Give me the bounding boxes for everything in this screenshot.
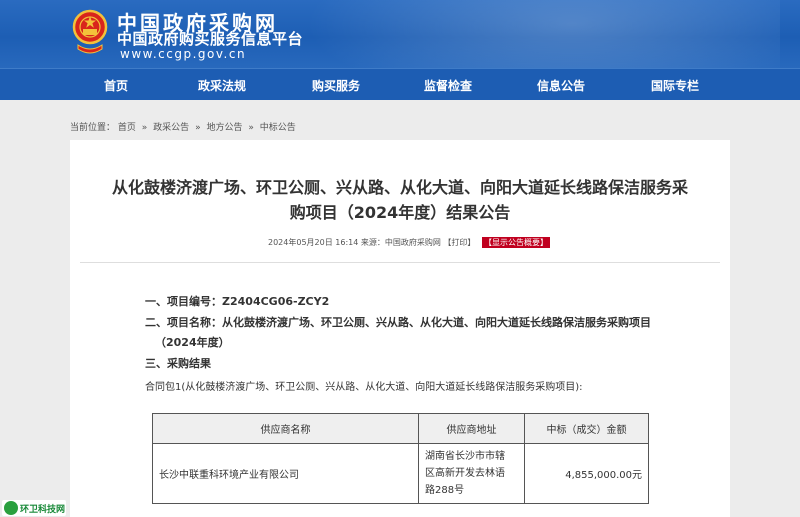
page-title: 从化鼓楼济渡广场、环卫公厕、兴从路、从化大道、向阳大道延长线路保洁服务采 购项目… bbox=[80, 175, 720, 225]
table-header-row: 供应商名称 供应商地址 中标（成交）金额 bbox=[152, 413, 649, 444]
project-number: Z2404CG06-ZCY2 bbox=[222, 295, 330, 308]
watermark: 环卫科技网 bbox=[2, 500, 66, 516]
breadcrumb-link-local[interactable]: 地方公告 bbox=[206, 123, 242, 133]
address-line: 湖南省长沙市市辖 bbox=[425, 451, 505, 462]
article-meta: 2024年05月20日 16:14 来源：中国政府采购网 【打印】 【显示公告概… bbox=[268, 237, 550, 248]
award-amount-cell: 4,855,000.00元 bbox=[524, 443, 649, 504]
project-number-row: 一、项目编号：Z2404CG06-ZCY2 bbox=[145, 293, 329, 309]
breadcrumb-separator: » bbox=[248, 123, 254, 133]
article-source: 来源：中国政府采购网 bbox=[360, 238, 441, 247]
nav-item-home[interactable]: 首页 bbox=[104, 77, 128, 94]
procurement-result-heading: 三、采购结果 bbox=[145, 357, 211, 370]
content-divider bbox=[80, 262, 720, 263]
header-supplier-name: 供应商名称 bbox=[152, 413, 419, 444]
table-row: 长沙中联重科环境产业有限公司 湖南省长沙市市辖 区高新开发去林语 路288号 4… bbox=[152, 443, 649, 504]
title-line-1: 从化鼓楼济渡广场、环卫公厕、兴从路、从化大道、向阳大道延长线路保洁服务采 bbox=[111, 178, 688, 197]
project-name-label: 二、项目名称： bbox=[145, 316, 222, 329]
main-nav: 首页 政采法规 购买服务 监督检查 信息公告 国际专栏 bbox=[0, 68, 800, 100]
publish-date: 2024年05月20日 16:14 bbox=[268, 238, 359, 247]
nav-item-regulations[interactable]: 政采法规 bbox=[198, 77, 246, 94]
print-link[interactable]: 【打印】 bbox=[443, 238, 475, 247]
supplier-name-cell: 长沙中联重科环境产业有限公司 bbox=[152, 443, 419, 504]
breadcrumb-separator: » bbox=[195, 123, 201, 133]
breadcrumb-separator: » bbox=[141, 123, 148, 133]
breadcrumb-link-home[interactable]: 首页 bbox=[118, 123, 136, 133]
nav-item-international[interactable]: 国际专栏 bbox=[651, 77, 699, 94]
breadcrumb-link-award[interactable]: 中标公告 bbox=[260, 123, 296, 133]
breadcrumb-link-announcements[interactable]: 政采公告 bbox=[153, 123, 189, 133]
nav-item-announcements[interactable]: 信息公告 bbox=[537, 77, 585, 94]
breadcrumb-prefix: 当前位置： bbox=[70, 123, 116, 133]
site-subtitle: 中国政府购买服务信息平台 bbox=[117, 30, 304, 48]
breadcrumb: 当前位置： 首页 » 政采公告 » 地方公告 » 中标公告 bbox=[70, 120, 296, 133]
national-emblem-icon bbox=[72, 9, 108, 54]
header-supplier-address: 供应商地址 bbox=[418, 413, 525, 444]
site-header: 中国政府采购网 中国政府购买服务信息平台 www.ccgp.gov.cn bbox=[0, 0, 800, 68]
watermark-text: 环卫科技网 bbox=[20, 504, 66, 515]
nav-item-supervision[interactable]: 监督检查 bbox=[424, 77, 472, 94]
show-summary-button[interactable]: 【显示公告概要】 bbox=[481, 237, 550, 248]
watermark-logo-icon bbox=[4, 501, 18, 515]
package-intro: 合同包1(从化鼓楼济渡广场、环卫公厕、兴从路、从化大道、向阳大道延长线路保洁服务… bbox=[145, 382, 583, 393]
project-name: 从化鼓楼济渡广场、环卫公厕、兴从路、从化大道、向阳大道延长线路保洁服务采购项目 bbox=[222, 316, 651, 329]
nav-item-purchase-services[interactable]: 购买服务 bbox=[312, 77, 360, 94]
project-name-row: 二、项目名称：从化鼓楼济渡广场、环卫公厕、兴从路、从化大道、向阳大道延长线路保洁… bbox=[145, 314, 651, 330]
site-url: www.ccgp.gov.cn bbox=[120, 47, 247, 61]
address-line: 区高新开发去林语 bbox=[425, 468, 505, 479]
result-table: 供应商名称 供应商地址 中标（成交）金额 长沙中联重科环境产业有限公司 湖南省长… bbox=[152, 413, 649, 504]
supplier-address-cell: 湖南省长沙市市辖 区高新开发去林语 路288号 bbox=[418, 443, 525, 504]
project-number-label: 一、项目编号： bbox=[145, 295, 222, 308]
header-glow bbox=[260, 0, 780, 68]
header-award-amount: 中标（成交）金额 bbox=[524, 413, 649, 444]
project-name-continued: （2024年度） bbox=[155, 336, 230, 349]
title-line-2: 购项目（2024年度）结果公告 bbox=[289, 203, 511, 222]
address-line: 路288号 bbox=[425, 485, 465, 496]
